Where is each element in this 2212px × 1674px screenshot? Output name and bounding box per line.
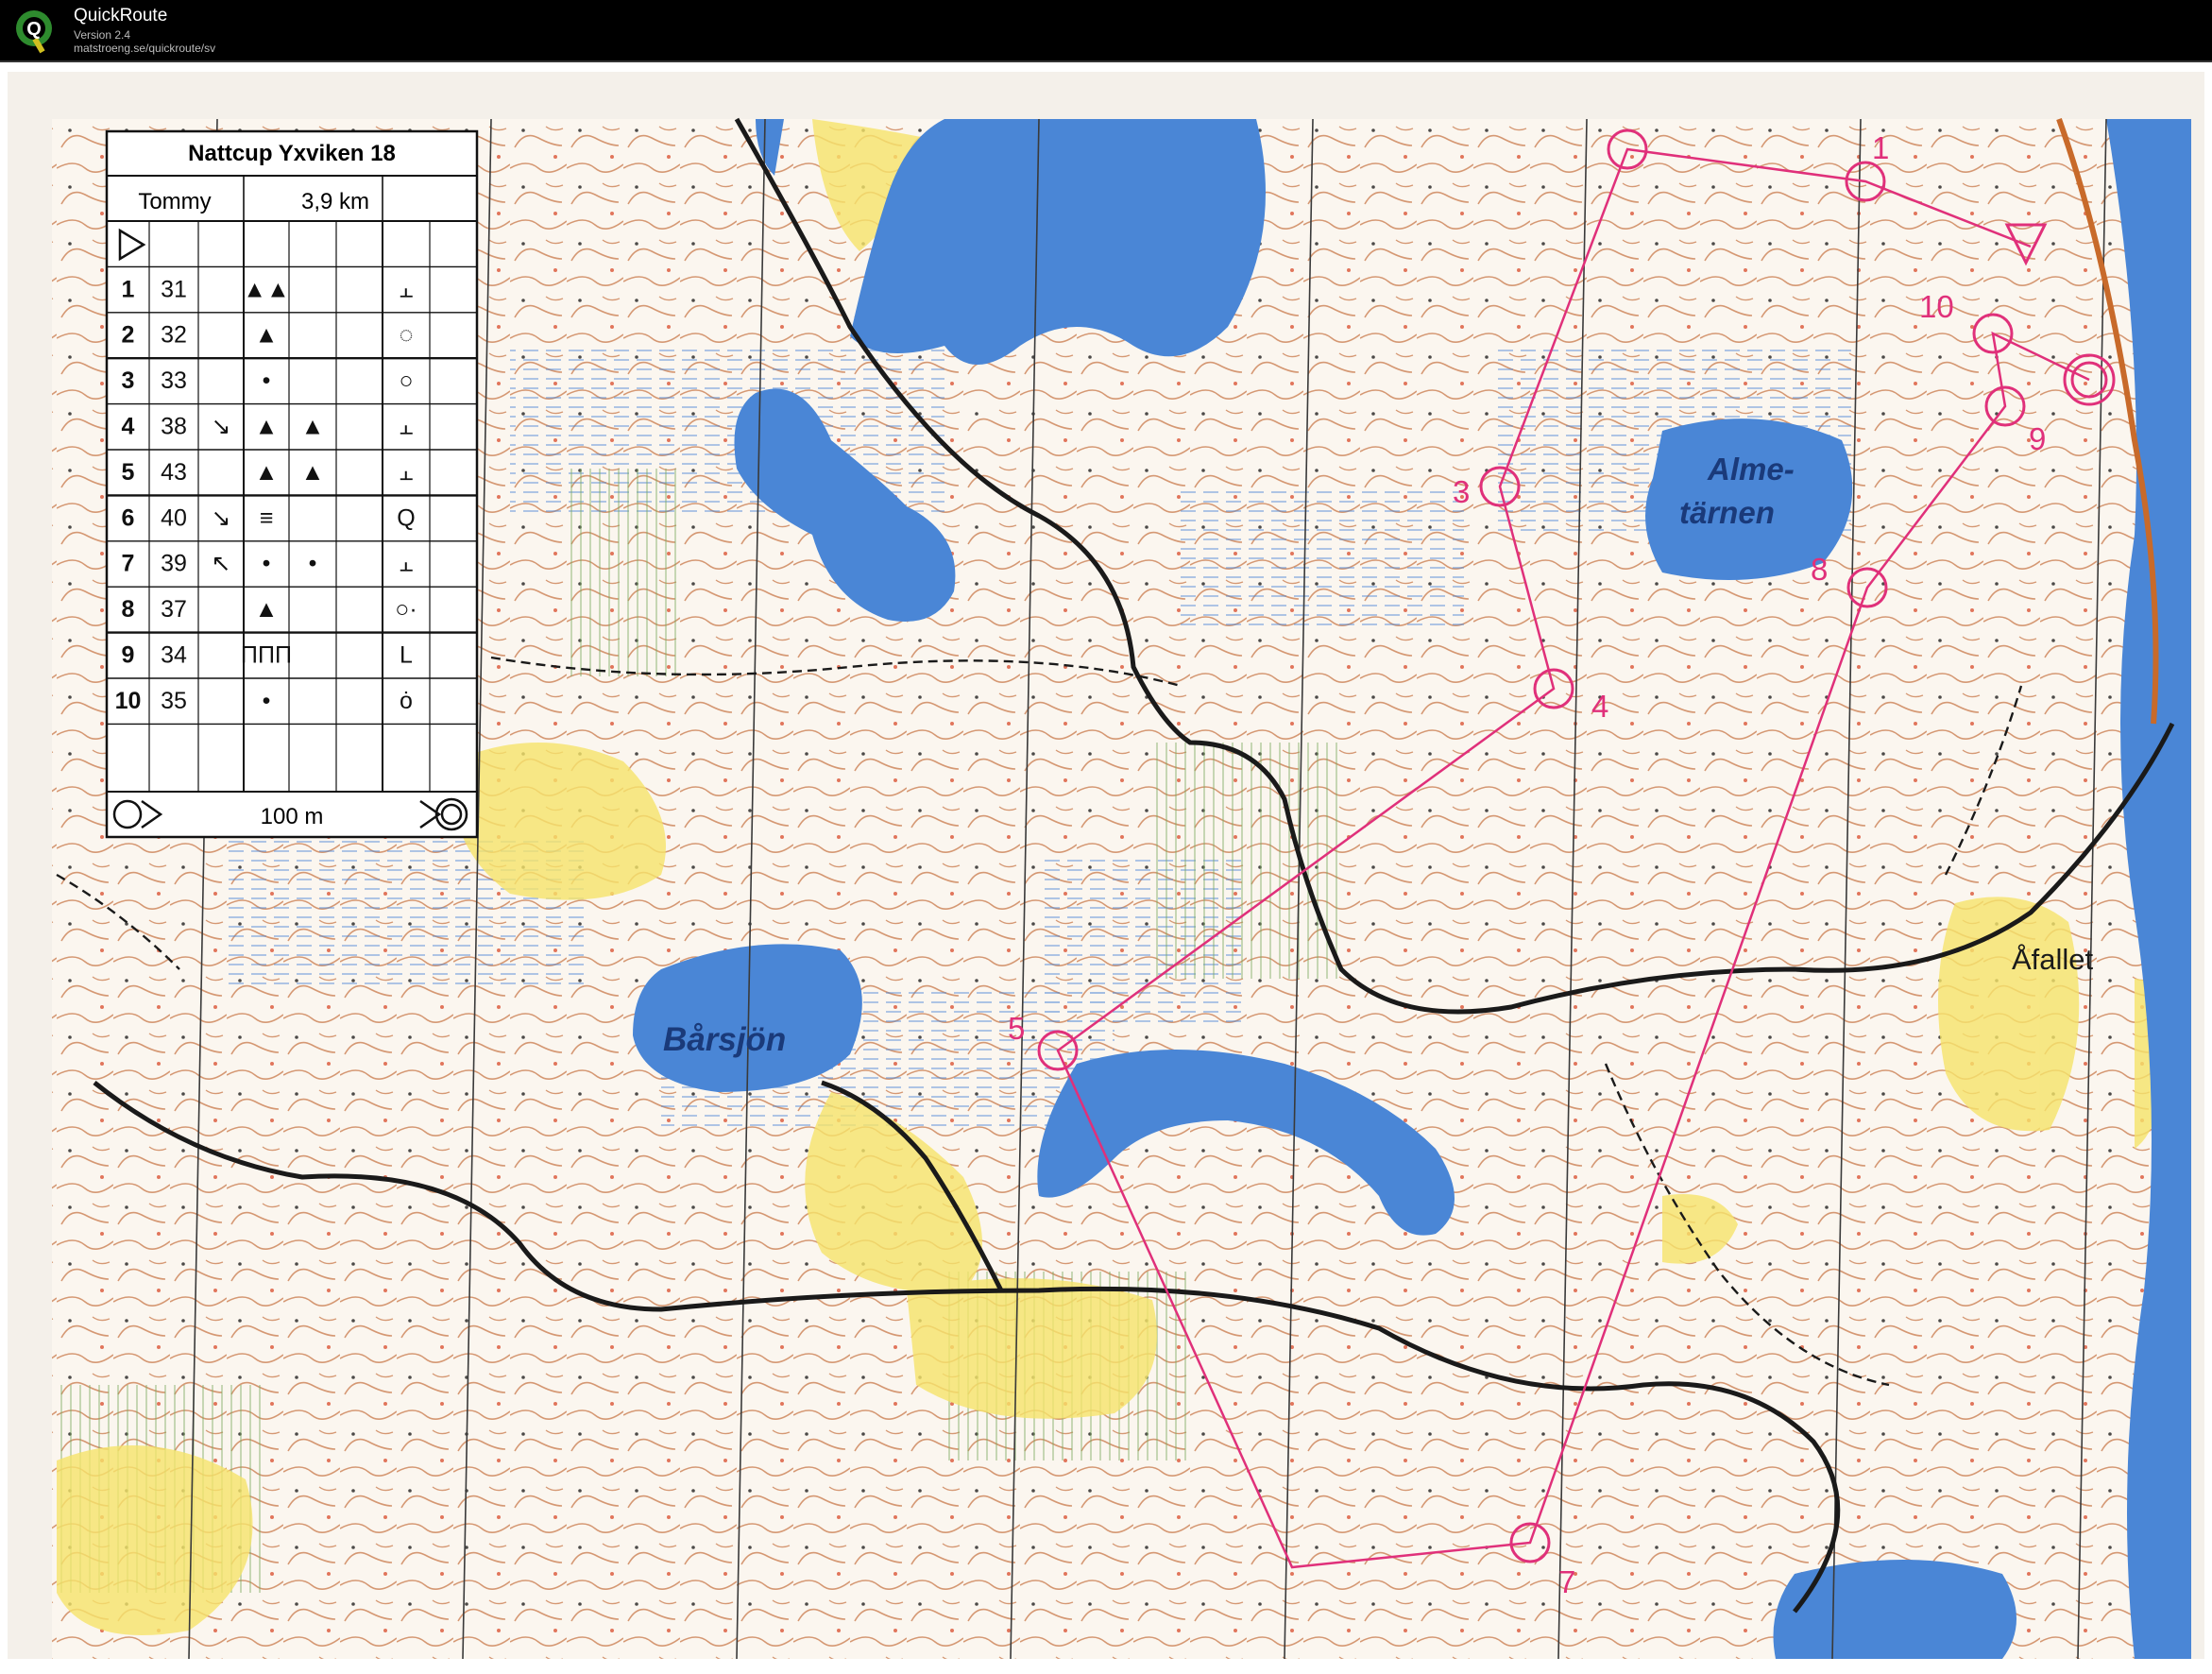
label-afallet: Åfallet [2012, 943, 2094, 976]
cd-number: 7 [122, 551, 135, 577]
cd-feature: • [263, 688, 271, 714]
lake-north [850, 119, 1266, 365]
cd-location: L [400, 642, 413, 669]
cd-feature: ▲▲ [243, 276, 290, 302]
cd-code: 35 [161, 688, 187, 714]
cd-location: Q [397, 504, 415, 531]
control-number: 5 [1008, 1011, 1025, 1046]
cd-number: 3 [122, 367, 135, 394]
cd-location: ⫠ [399, 414, 413, 440]
cd-finish-distance: 100 m [261, 804, 324, 829]
cd-code: 39 [161, 551, 187, 577]
cd-location: ○ [399, 367, 413, 394]
cd-number: 10 [115, 688, 142, 714]
app-name: QuickRoute [74, 6, 168, 26]
label-almetarnen-2: tärnen [1679, 495, 1775, 530]
cd-code: 31 [161, 276, 187, 302]
cd-code: 32 [161, 322, 187, 349]
cd-location: ȯ [400, 688, 413, 714]
cd-code: 43 [161, 459, 187, 486]
quickroute-logo-icon: Q [16, 10, 52, 54]
cd-code: 34 [161, 642, 187, 669]
cd-feature: ▲ [255, 596, 279, 623]
logo-letter: Q [26, 19, 42, 40]
cd-number: 6 [122, 504, 135, 531]
app-titlebar: Q QuickRoute Version 2.4 matstroeng.se/q… [0, 0, 2212, 62]
control-number: 4 [1591, 689, 1608, 724]
cd-direction: ↖ [212, 551, 231, 577]
cd-code: 33 [161, 367, 187, 394]
cd-number: 1 [122, 276, 135, 302]
cd-location: ⫠ [399, 551, 413, 577]
cd-code: 40 [161, 504, 187, 531]
control-number: 10 [1919, 289, 1954, 324]
label-almetarnen-1: Alme- [1707, 452, 1795, 487]
cd-code: 37 [161, 596, 187, 623]
cd-course-length: 3,9 km [301, 189, 369, 214]
cd-location: ⫠ [399, 459, 413, 486]
cd-feature: ≡ [260, 504, 274, 531]
cd-detail: ▲ [301, 459, 325, 486]
control-number: 8 [1811, 552, 1828, 587]
control-number: 7 [1558, 1564, 1575, 1599]
cd-detail: • [309, 551, 317, 577]
cd-number: 2 [122, 322, 135, 349]
cd-feature: ΠΠΠ [241, 642, 292, 669]
cd-number: 9 [122, 642, 135, 669]
label-barsjon: Bårsjön [663, 1021, 786, 1058]
control-number: 3 [1453, 474, 1470, 509]
cd-code: 38 [161, 414, 187, 440]
cd-feature: ▲ [255, 322, 279, 349]
control-number: 1 [1872, 130, 1889, 165]
app-version: Version 2.4 [74, 28, 131, 42]
cd-direction: ↘ [212, 414, 231, 440]
cd-location: ◌ [400, 322, 414, 349]
cd-direction: ↘ [212, 504, 231, 531]
cd-feature: ▲ [255, 414, 279, 440]
cd-feature: • [263, 367, 271, 394]
cd-course-name: Tommy [138, 189, 211, 214]
cd-feature: ▲ [255, 459, 279, 486]
map-viewport[interactable]: 1 3 4 5 7 8 9 10 Alme- tärnen Bårsjön Åfallet N… [0, 62, 2212, 1669]
control-number: 9 [2029, 421, 2046, 456]
cd-location: ⫠ [399, 276, 413, 302]
app-url: matstroeng.se/quickroute/sv [74, 42, 216, 55]
orienteering-map[interactable]: 134578910 Alme- tärnen Bårsjön Åfallet N… [0, 62, 2212, 1669]
cd-feature: • [263, 551, 271, 577]
cd-location: ○· [395, 596, 417, 623]
cd-number: 5 [122, 459, 135, 486]
cd-number: 8 [122, 596, 135, 623]
lake-south-east [1773, 1560, 2016, 1659]
cd-number: 4 [122, 414, 135, 440]
cd-title: Nattcup Yxviken 18 [188, 141, 396, 166]
cd-detail: ▲ [301, 414, 325, 440]
control-description-sheet: Nattcup Yxviken 18 Tommy 3,9 km 1 31 ▲▲ ⫠2 3… [105, 129, 479, 839]
